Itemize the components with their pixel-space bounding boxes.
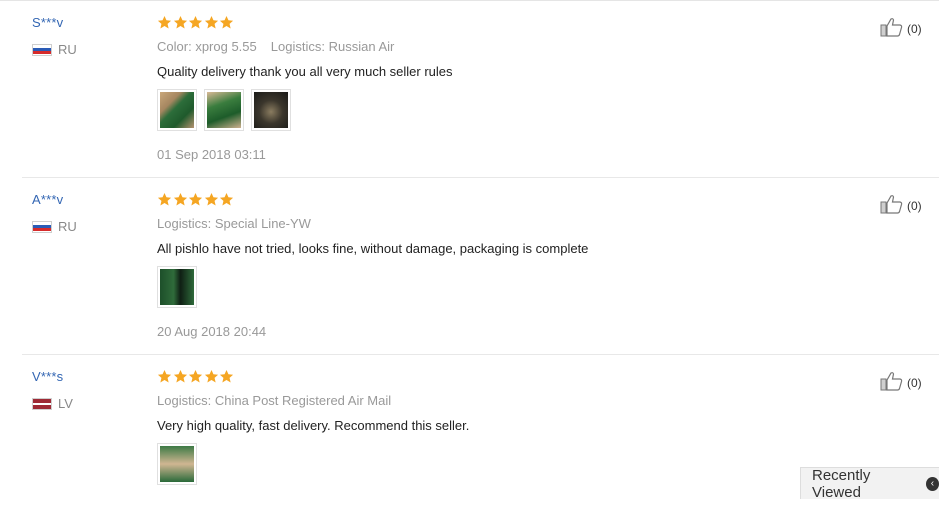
review-text: Quality delivery thank you all very much… [157,64,453,79]
thumbs-up-icon [880,17,907,40]
reviewer-country: RU [32,219,77,234]
star-icon [204,192,220,212]
board-photo [160,92,194,128]
star-rating [157,192,235,212]
thumbs-up-icon [880,194,907,217]
recently-viewed-tab[interactable]: Recently Viewed ‹ [800,466,939,501]
recently-viewed-label: Recently Viewed [812,466,871,501]
helpful-count: (0) [907,198,922,213]
country-code: RU [58,219,77,234]
helpful-button[interactable]: (0) [880,194,922,217]
review-item: S***v RU Color: xprog 5.55 Logistics: Russi… [0,1,939,178]
thumbs-up-icon [880,371,907,394]
review-date: 01 Sep 2018 03:11 [157,147,266,162]
star-icon [188,369,204,389]
review-photos [157,89,298,131]
board-photo [160,269,194,305]
review-photo-thumbnail[interactable] [157,266,197,308]
meta-value: xprog 5.55 [195,39,257,54]
flag-icon [32,43,52,56]
star-icon [219,369,235,389]
reviewer-country: LV [32,396,73,411]
review-photo-thumbnail[interactable] [251,89,291,131]
helpful-button[interactable]: (0) [880,17,922,40]
review-meta: Color: xprog 5.55 Logistics: Russian Air [157,39,394,54]
review-photo-thumbnail[interactable] [204,89,244,131]
star-icon [173,192,189,212]
review-item: V***s LV Logistics: China Post Registered … [0,355,939,532]
reviewer-name[interactable]: V***s [32,369,63,384]
review-meta: Logistics: Special Line-YW [157,216,311,231]
star-icon [204,15,220,35]
board-photo [207,92,241,128]
flag-icon [32,220,52,233]
star-rating [157,15,235,35]
review-photos [157,443,204,485]
review-date: 20 Aug 2018 20:44 [157,324,267,339]
star-icon [157,369,173,389]
review-photo-thumbnail[interactable] [157,443,197,485]
review-photo-thumbnail[interactable] [157,89,197,131]
board-photo [160,446,194,482]
meta-value: Special Line-YW [214,216,311,231]
star-icon [173,15,189,35]
country-code: RU [58,42,77,57]
review-text: All pishlo have not tried, looks fine, w… [157,241,589,256]
board-photo [254,92,288,128]
helpful-count: (0) [907,375,922,390]
star-icon [219,15,235,35]
star-icon [157,192,173,212]
meta-label: Logistics: [157,393,212,408]
reviewer-name[interactable]: S***v [32,15,63,30]
review-meta: Logistics: China Post Registered Air Mai… [157,393,391,408]
star-rating [157,369,235,389]
flag-icon [32,397,52,410]
meta-label: Logistics: [157,216,212,231]
review-item: A***v RU Logistics: Special Line-YW All pis… [0,178,939,355]
star-icon [188,15,204,35]
star-icon [219,192,235,212]
reviewer-country: RU [32,42,77,57]
meta-value: China Post Registered Air Mail [214,393,392,408]
meta-value: Russian Air [328,39,395,54]
star-icon [204,369,220,389]
helpful-button[interactable]: (0) [880,371,922,394]
reviewer-name[interactable]: A***v [32,192,63,207]
review-photos [157,266,204,308]
star-icon [173,369,189,389]
country-code: LV [58,396,73,411]
review-text: Very high quality, fast delivery. Recomm… [157,418,470,433]
star-icon [188,192,204,212]
meta-label: Logistics: [270,39,325,54]
helpful-count: (0) [907,21,922,36]
star-icon [157,15,173,35]
meta-label: Color: [157,39,192,54]
chevron-circle-icon: ‹ [925,476,939,491]
